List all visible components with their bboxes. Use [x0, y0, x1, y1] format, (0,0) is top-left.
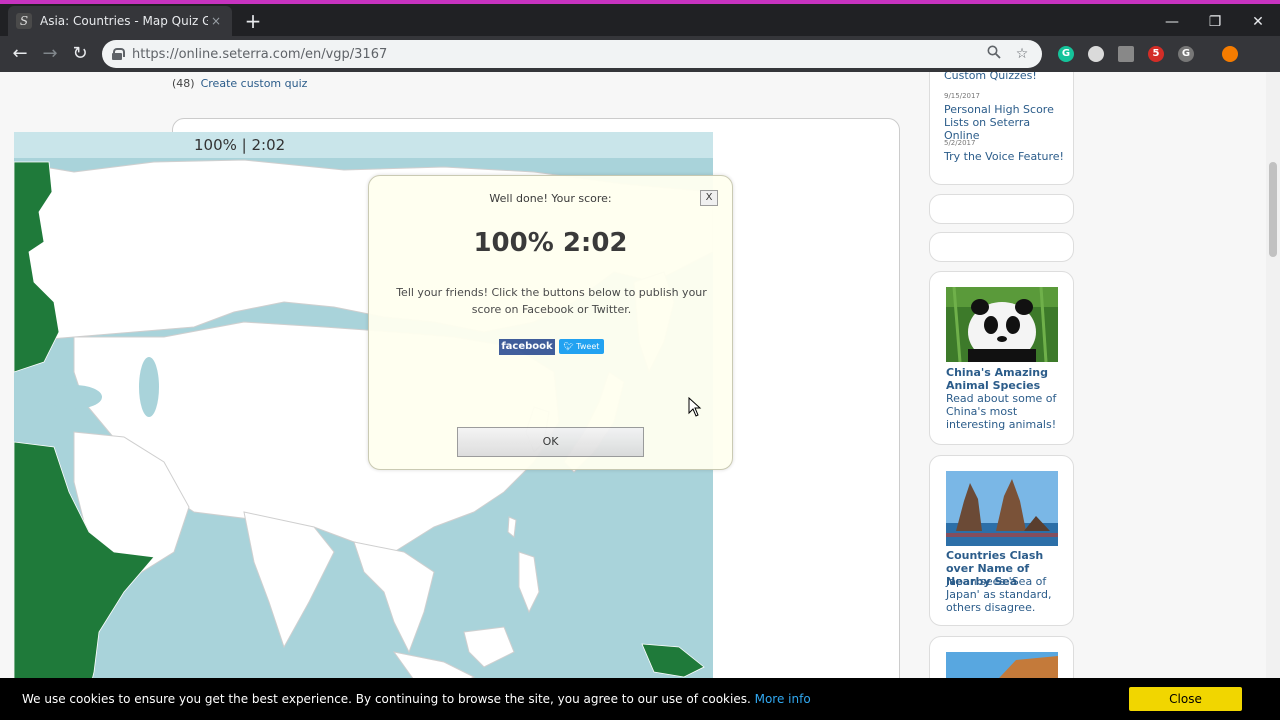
article-card[interactable]: Countries Clash over Name of Nearby Sea …: [929, 455, 1074, 626]
minimize-button[interactable]: —: [1150, 8, 1194, 36]
news-item-date: 9/15/2017: [944, 92, 980, 100]
tweet-button[interactable]: 🐦︎ Tweet: [559, 339, 604, 354]
dialog-heading: Well done! Your score:: [489, 192, 612, 205]
grid-extension-icon[interactable]: [1118, 46, 1134, 62]
dialog-close-button[interactable]: X: [700, 190, 718, 206]
article-description: Japan sees 'Sea of Japan' as standard, o…: [946, 575, 1052, 614]
article-card[interactable]: China's Amazing Animal Species Read abou…: [929, 271, 1074, 445]
sea-rocks-image[interactable]: [946, 471, 1058, 546]
article-title[interactable]: China's Amazing Animal Species: [946, 366, 1066, 392]
lock-icon: [112, 48, 125, 60]
url-text[interactable]: https://online.seterra.com/en/vgp/3167: [132, 47, 976, 62]
zoom-icon[interactable]: [984, 45, 1004, 63]
tweet-label: Tweet: [576, 342, 600, 351]
news-item-title[interactable]: Try the Voice Feature!: [944, 150, 1064, 163]
reload-button[interactable]: ↻: [68, 42, 92, 66]
cookie-message: We use cookies to ensure you get the bes…: [22, 692, 751, 706]
forward-button[interactable]: →: [38, 42, 62, 66]
tab-strip: S Asia: Countries - Map Quiz Game × + — …: [0, 4, 1280, 36]
sidebar-empty-card: [929, 194, 1074, 224]
scrollbar-thumb[interactable]: [1269, 162, 1277, 257]
restore-button[interactable]: ❐: [1193, 8, 1237, 36]
g-extension-icon[interactable]: G: [1178, 46, 1194, 62]
bookmark-star-icon[interactable]: ☆: [1012, 46, 1032, 62]
lastpass-icon[interactable]: 5: [1148, 46, 1164, 62]
grammarly-icon[interactable]: G: [1058, 46, 1074, 62]
create-custom-quiz-link[interactable]: Create custom quiz: [201, 77, 308, 90]
close-window-button[interactable]: ✕: [1236, 8, 1280, 36]
mouse-cursor-icon: [688, 397, 702, 417]
more-info-link[interactable]: More info: [755, 692, 811, 706]
news-item-date: 5/2/2017: [944, 139, 976, 147]
profile-avatar-icon[interactable]: [1222, 46, 1238, 62]
news-card: Custom Quizzes! 9/15/2017 Personal High …: [929, 72, 1074, 185]
tab-close-icon[interactable]: ×: [208, 14, 224, 28]
quiz-links-row: (48) Create custom quiz: [172, 77, 307, 90]
circle-extension-icon[interactable]: [1088, 46, 1104, 62]
news-item-title[interactable]: Personal High Score Lists on Seterra Onl…: [944, 103, 1064, 142]
article-description: Read about some of China's most interest…: [946, 392, 1057, 431]
map-score-display: 100% | 2:02: [194, 136, 286, 154]
score-dialog: Well done! Your score: X 100% 2:02 Tell …: [368, 175, 733, 470]
page-content: (48) Create custom quiz 100% | 2:02 Well…: [0, 72, 1280, 720]
browser-tab[interactable]: S Asia: Countries - Map Quiz Game ×: [8, 6, 232, 36]
final-score: 100% 2:02: [473, 228, 628, 258]
ok-button[interactable]: OK: [457, 427, 644, 457]
twitter-bird-icon: 🐦︎: [563, 342, 577, 351]
cookie-banner: We use cookies to ensure you get the bes…: [0, 678, 1280, 720]
address-bar[interactable]: https://online.seterra.com/en/vgp/3167 ☆: [102, 40, 1042, 68]
quiz-count: (48): [172, 77, 195, 90]
browser-toolbar: ← → ↻ https://online.seterra.com/en/vgp/…: [0, 36, 1280, 72]
panda-image[interactable]: [946, 287, 1058, 362]
back-button[interactable]: ←: [8, 42, 32, 66]
new-tab-button[interactable]: +: [242, 10, 264, 32]
seterra-favicon-icon: S: [16, 13, 32, 29]
share-message: Tell your friends! Click the buttons bel…: [396, 286, 707, 316]
cookie-text: We use cookies to ensure you get the bes…: [22, 692, 811, 706]
news-item-title[interactable]: Custom Quizzes!: [944, 72, 1037, 82]
cookie-close-button[interactable]: Close: [1129, 687, 1242, 711]
facebook-share-button[interactable]: facebook: [499, 339, 555, 355]
page-scrollbar[interactable]: [1266, 72, 1280, 720]
sidebar-empty-card: [929, 232, 1074, 262]
tab-title: Asia: Countries - Map Quiz Game: [40, 14, 208, 28]
